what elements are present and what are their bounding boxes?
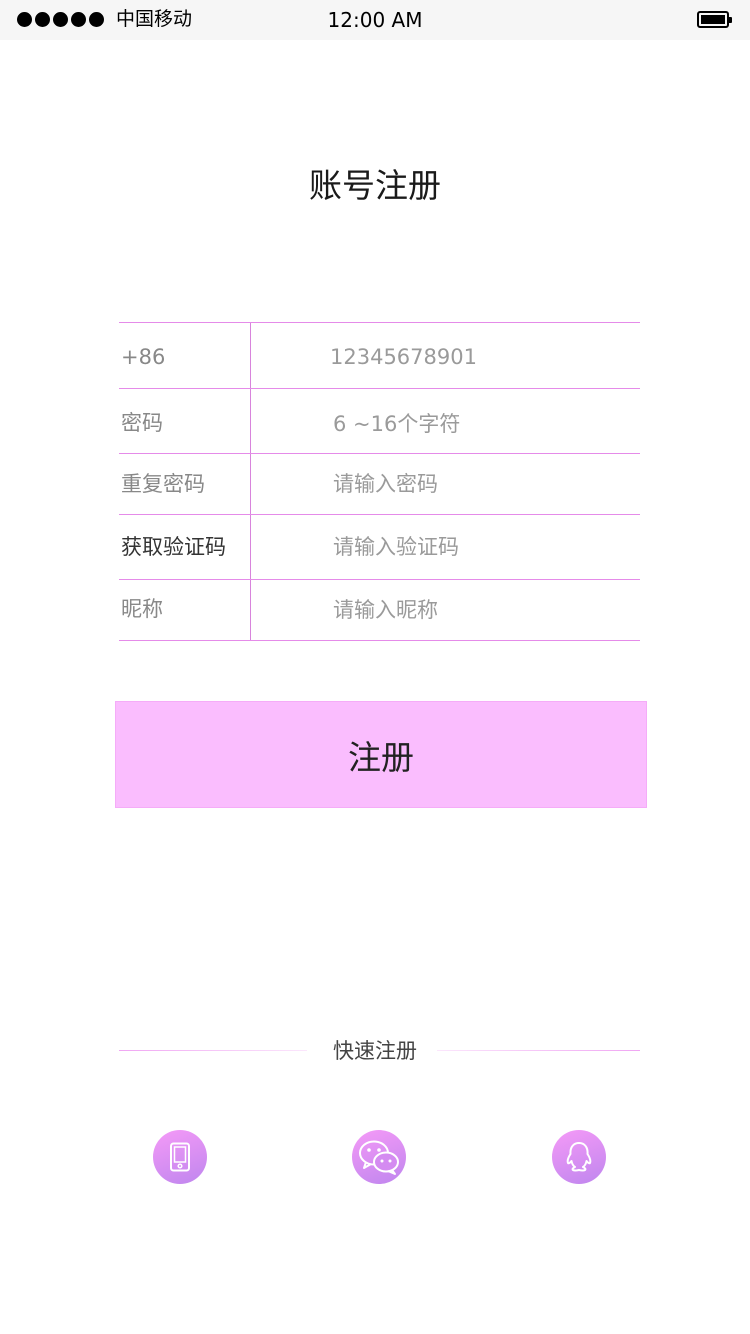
- repeat-password-row[interactable]: 重复密码 请输入密码: [119, 454, 640, 515]
- wechat-icon: [359, 1140, 399, 1175]
- wechat-register-button[interactable]: [352, 1130, 406, 1184]
- battery-icon: [697, 11, 732, 28]
- nickname-row[interactable]: 昵称 请输入昵称: [119, 580, 640, 640]
- nickname-input[interactable]: 请输入昵称: [333, 596, 438, 624]
- phone-register-button[interactable]: [153, 1130, 207, 1184]
- qq-icon: [566, 1142, 592, 1172]
- password-input[interactable]: 6 ~16个字符: [333, 410, 460, 438]
- register-form: +86 12345678901 密码 6 ~16个字符 重复密码 请输入密码 获…: [119, 322, 640, 641]
- password-row[interactable]: 密码 6 ~16个字符: [119, 389, 640, 454]
- quick-register-divider-right: [437, 1050, 640, 1051]
- repeat-password-input[interactable]: 请输入密码: [333, 470, 438, 498]
- phone-row[interactable]: +86 12345678901: [119, 323, 640, 389]
- nickname-label: 昵称: [121, 597, 163, 621]
- status-time: 12:00 AM: [327, 8, 423, 32]
- quick-register-label: 快速注册: [333, 1039, 417, 1063]
- status-bar: 中国移动 12:00 AM: [0, 0, 750, 40]
- phone-icon: [170, 1142, 190, 1172]
- country-code-label[interactable]: +86: [121, 343, 165, 371]
- register-button[interactable]: 注册: [115, 701, 647, 808]
- verification-row[interactable]: 获取验证码 请输入验证码: [119, 515, 640, 580]
- page-title: 账号注册: [309, 166, 441, 205]
- repeat-password-label: 重复密码: [121, 472, 205, 496]
- get-verification-code-button[interactable]: 获取验证码: [121, 533, 226, 561]
- verification-code-input[interactable]: 请输入验证码: [333, 533, 459, 561]
- phone-input[interactable]: 12345678901: [330, 343, 477, 371]
- qq-register-button[interactable]: [552, 1130, 606, 1184]
- password-label: 密码: [121, 411, 163, 435]
